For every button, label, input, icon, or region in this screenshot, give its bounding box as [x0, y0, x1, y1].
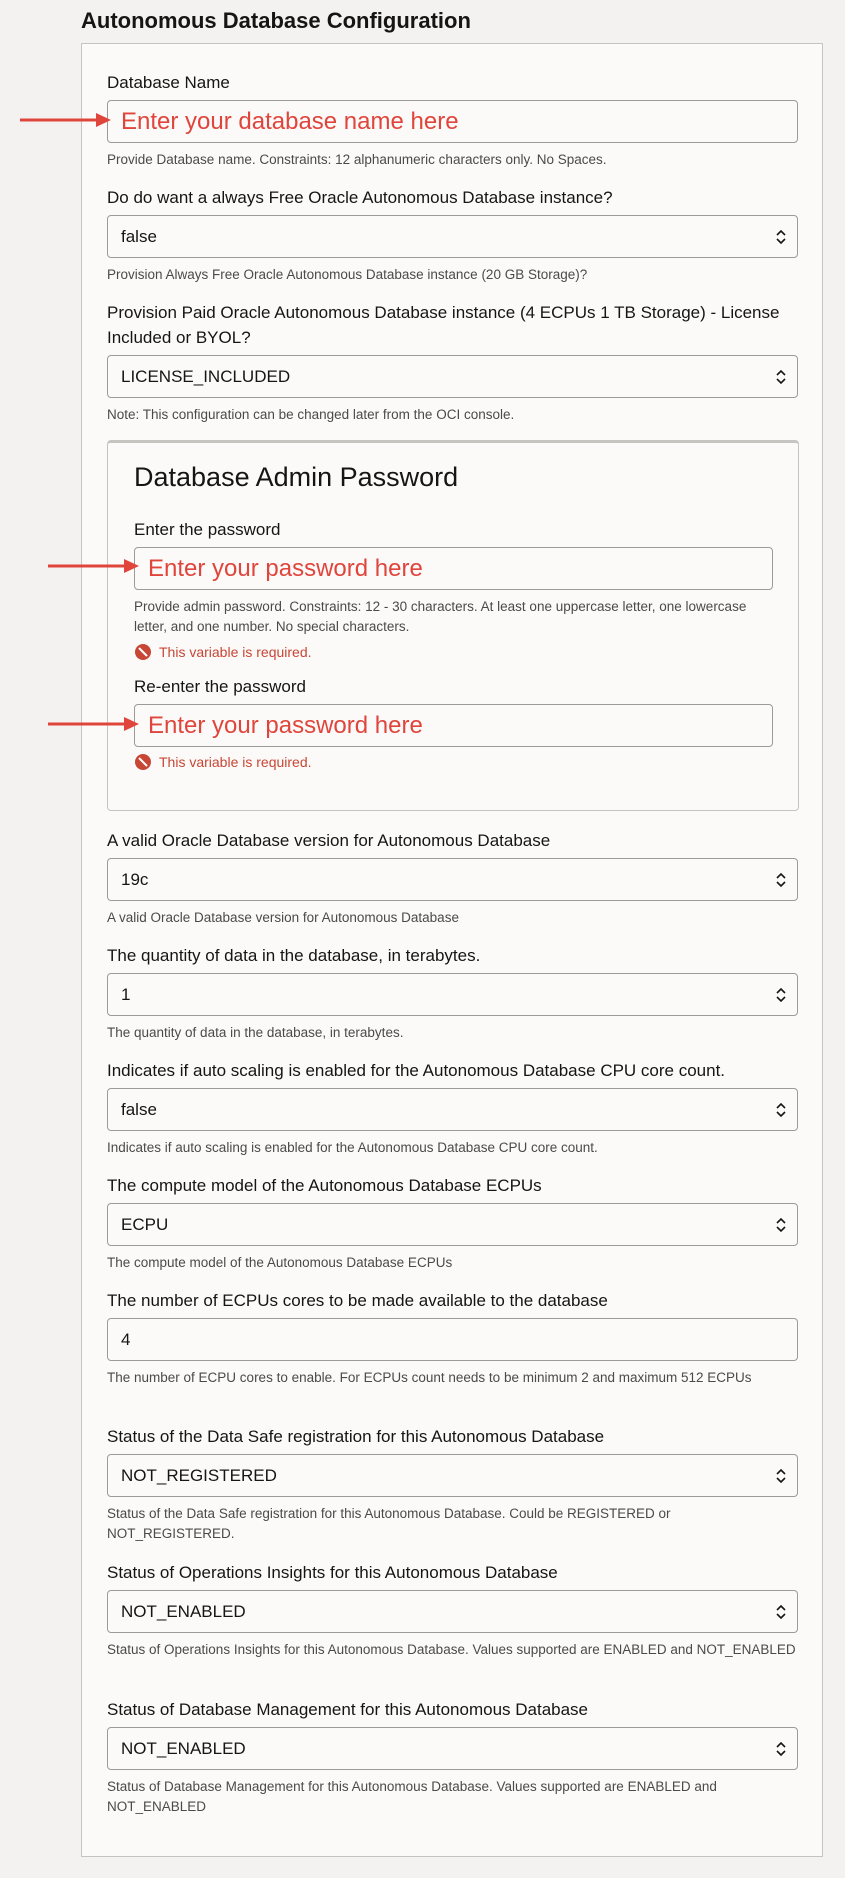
error-circle-icon — [135, 754, 151, 770]
select-value: false — [121, 226, 157, 246]
red-arrow-icon — [48, 559, 139, 573]
field-help: Provide Database name. Constraints: 12 a… — [107, 152, 607, 167]
chevron-up-down-icon — [776, 1741, 786, 1757]
field-help: Status of Database Management for this A… — [107, 1779, 717, 1814]
field-label: Status of the Data Safe registration for… — [107, 1427, 605, 1446]
field-label: Database Name — [107, 73, 230, 92]
field-operations-insights: Status of Operations Insights for this A… — [107, 1560, 798, 1660]
compute-model-select[interactable]: ECPU — [107, 1203, 798, 1246]
operations-insights-select[interactable]: NOT_ENABLED — [107, 1590, 798, 1633]
data-size-select[interactable]: 1 — [107, 973, 798, 1016]
field-confirm-password: Re-enter the password Enter your passwor… — [134, 674, 773, 771]
data-safe-select[interactable]: NOT_REGISTERED — [107, 1454, 798, 1497]
field-db-version: A valid Oracle Database version for Auto… — [107, 828, 798, 928]
red-arrow-icon — [48, 717, 139, 731]
error-message: This variable is required. — [134, 753, 773, 771]
field-data-safe: Status of the Data Safe registration for… — [107, 1424, 798, 1544]
field-label: A valid Oracle Database version for Auto… — [107, 831, 551, 850]
chevron-up-down-icon — [776, 1102, 786, 1118]
field-label: The compute model of the Autonomous Data… — [107, 1176, 542, 1195]
field-help: Provision Always Free Oracle Autonomous … — [107, 267, 588, 282]
select-value: NOT_REGISTERED — [121, 1465, 277, 1485]
input-placeholder: Enter your database name here — [121, 107, 459, 135]
error-text: This variable is required. — [159, 644, 312, 660]
red-arrow-icon — [20, 113, 111, 127]
field-always-free: Do do want a always Free Oracle Autonomo… — [107, 185, 798, 285]
error-circle-icon — [135, 644, 151, 660]
auto-scaling-select[interactable]: false — [107, 1088, 798, 1131]
field-label: Indicates if auto scaling is enabled for… — [107, 1061, 726, 1080]
admin-password-input[interactable]: Enter your password here — [134, 547, 773, 590]
field-label: Provision Paid Oracle Autonomous Databas… — [107, 303, 780, 347]
select-value: NOT_ENABLED — [121, 1601, 246, 1621]
field-ecpu-count: The number of ECPUs cores to be made ava… — [107, 1288, 798, 1388]
section-title: Database Admin Password — [134, 462, 459, 492]
database-name-input[interactable]: Enter your database name here — [107, 100, 798, 143]
confirm-password-input[interactable]: Enter your password here — [134, 704, 773, 747]
field-help: The quantity of data in the database, in… — [107, 1025, 404, 1040]
field-label: Do do want a always Free Oracle Autonomo… — [107, 188, 613, 207]
field-help: Status of Operations Insights for this A… — [107, 1642, 796, 1657]
always-free-select[interactable]: false — [107, 215, 798, 258]
field-license-model: Provision Paid Oracle Autonomous Databas… — [107, 300, 798, 425]
field-label: Status of Database Management for this A… — [107, 1700, 589, 1719]
input-value: 4 — [121, 1329, 131, 1349]
error-message: This variable is required. — [134, 643, 773, 661]
select-value: false — [121, 1099, 157, 1119]
input-placeholder: Enter your password here — [148, 711, 423, 739]
error-text: This variable is required. — [159, 754, 312, 770]
chevron-up-down-icon — [776, 229, 786, 245]
field-help: A valid Oracle Database version for Auto… — [107, 910, 459, 925]
field-label: The number of ECPUs cores to be made ava… — [107, 1291, 608, 1310]
page-title: Autonomous Database Configuration — [81, 8, 471, 33]
select-value: 1 — [121, 984, 131, 1004]
ecpu-count-input[interactable]: 4 — [107, 1318, 798, 1361]
chevron-up-down-icon — [776, 987, 786, 1003]
field-database-name: Database Name Enter your database name h… — [107, 70, 798, 170]
field-admin-password: Enter the password Enter your password h… — [134, 517, 773, 661]
select-value: ECPU — [121, 1214, 169, 1234]
chevron-up-down-icon — [776, 369, 786, 385]
field-compute-model: The compute model of the Autonomous Data… — [107, 1173, 798, 1273]
field-help: Provide admin password. Constraints: 12 … — [134, 599, 747, 634]
select-value: NOT_ENABLED — [121, 1738, 246, 1758]
chevron-up-down-icon — [776, 1217, 786, 1233]
field-help: Indicates if auto scaling is enabled for… — [107, 1140, 598, 1155]
chevron-up-down-icon — [776, 1604, 786, 1620]
field-label: Enter the password — [134, 520, 281, 539]
db-version-select[interactable]: 19c — [107, 858, 798, 901]
field-data-size: The quantity of data in the database, in… — [107, 943, 798, 1043]
field-database-management: Status of Database Management for this A… — [107, 1697, 798, 1817]
input-placeholder: Enter your password here — [148, 554, 423, 582]
chevron-up-down-icon — [776, 1468, 786, 1484]
chevron-up-down-icon — [776, 872, 786, 888]
field-help: Note: This configuration can be changed … — [107, 407, 515, 422]
select-value: LICENSE_INCLUDED — [121, 366, 291, 386]
field-label: Re-enter the password — [134, 677, 306, 696]
field-auto-scaling: Indicates if auto scaling is enabled for… — [107, 1058, 798, 1158]
select-value: 19c — [121, 869, 149, 889]
license-model-select[interactable]: LICENSE_INCLUDED — [107, 355, 798, 398]
field-help: The number of ECPU cores to enable. For … — [107, 1370, 752, 1385]
field-help: The compute model of the Autonomous Data… — [107, 1255, 453, 1270]
database-management-select[interactable]: NOT_ENABLED — [107, 1727, 798, 1770]
field-help: Status of the Data Safe registration for… — [107, 1506, 671, 1541]
field-label: The quantity of data in the database, in… — [107, 946, 481, 965]
field-label: Status of Operations Insights for this A… — [107, 1563, 558, 1582]
